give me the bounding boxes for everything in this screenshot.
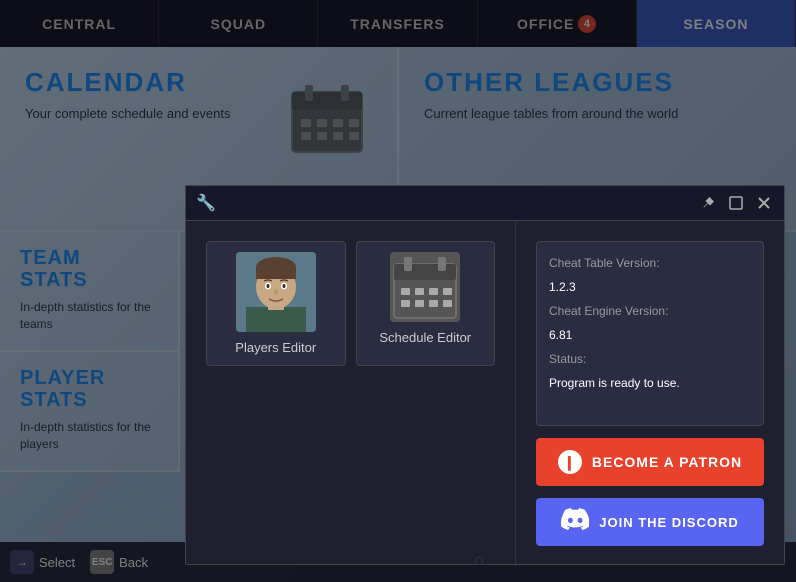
schedule-editor-label: Schedule Editor	[379, 330, 471, 345]
discord-btn-label: JOIN THE DISCORD	[599, 515, 739, 530]
players-editor-label: Players Editor	[235, 340, 316, 355]
cheat-table-modal: 🔧	[185, 185, 785, 565]
cheat-table-version-value: 1.2.3	[549, 278, 751, 296]
editors-grid: Players Editor	[206, 241, 495, 366]
schedule-editor-button[interactable]: Schedule Editor	[356, 241, 496, 366]
modal-titlebar: 🔧	[186, 186, 784, 221]
titlebar-right	[698, 193, 774, 213]
titlebar-left: 🔧	[196, 193, 216, 213]
player-avatar	[236, 252, 316, 332]
patron-icon: ❙	[558, 450, 582, 474]
status-value: Program is ready to use.	[549, 374, 751, 392]
join-discord-button[interactable]: JOIN THE DISCORD	[536, 498, 764, 546]
status-label: Status:	[549, 350, 751, 368]
modal-body: Players Editor	[186, 221, 784, 566]
maximize-button[interactable]	[726, 193, 746, 213]
version-info-box: Cheat Table Version: 1.2.3 Cheat Engine …	[536, 241, 764, 426]
wrench-icon: 🔧	[196, 193, 216, 213]
modal-right-panel: Cheat Table Version: 1.2.3 Cheat Engine …	[516, 221, 784, 566]
modal-left-panel: Players Editor	[186, 221, 516, 566]
discord-logo-icon	[561, 508, 589, 536]
cheat-table-version-label: Cheat Table Version:	[549, 254, 751, 272]
players-editor-button[interactable]: Players Editor	[206, 241, 346, 366]
patron-btn-label: BECOME A PATRON	[592, 454, 742, 470]
cheat-engine-version-value: 6.81	[549, 326, 751, 344]
close-button[interactable]	[754, 193, 774, 213]
schedule-calendar-icon	[390, 252, 460, 322]
pin-button[interactable]	[698, 193, 718, 213]
become-patron-button[interactable]: ❙ BECOME A PATRON	[536, 438, 764, 486]
cheat-engine-version-label: Cheat Engine Version:	[549, 302, 751, 320]
